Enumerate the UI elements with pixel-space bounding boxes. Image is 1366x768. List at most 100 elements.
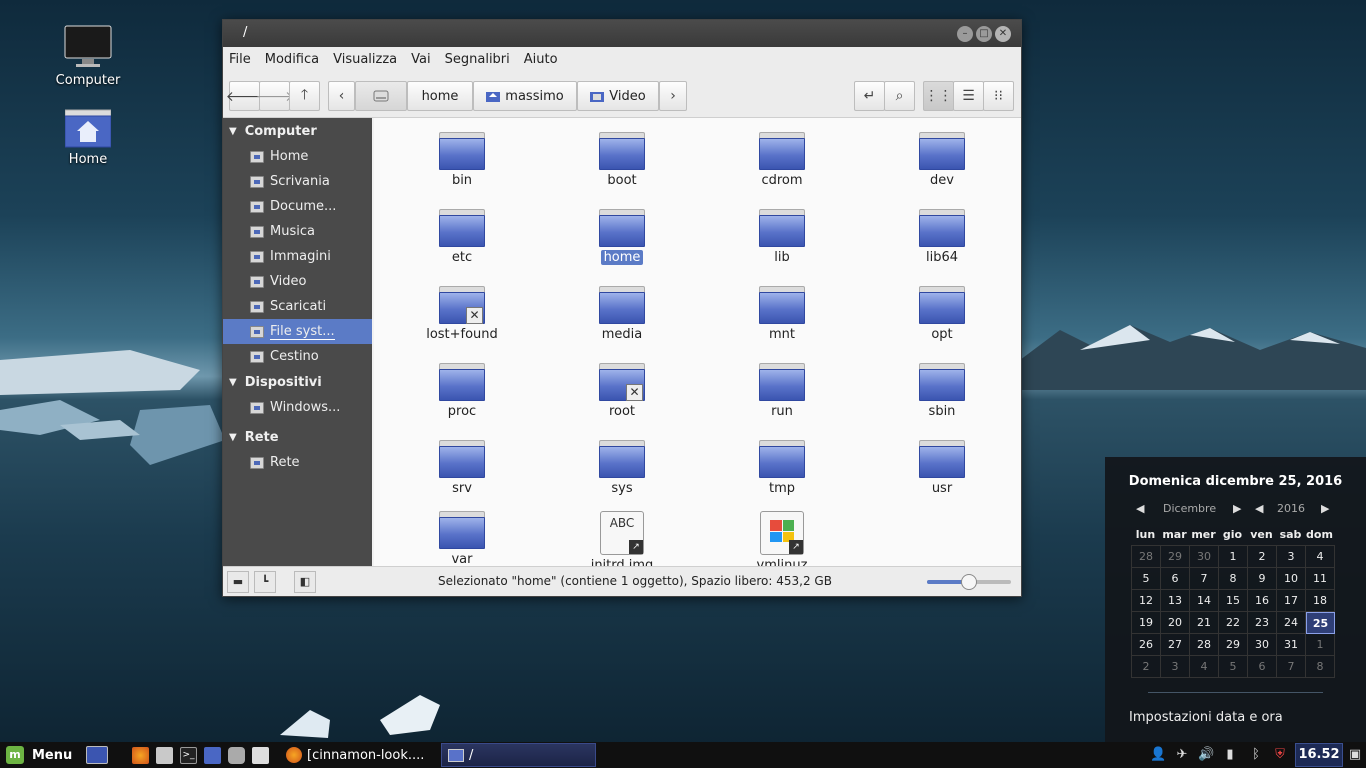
up-button[interactable]: 🡑 xyxy=(289,81,320,111)
settings-icon[interactable] xyxy=(156,747,173,764)
compact-view-button[interactable]: ⁝⁝ xyxy=(983,81,1014,111)
sidebar-item-documenti[interactable]: Docume... xyxy=(223,194,372,219)
calendar-day[interactable]: 16 xyxy=(1248,590,1277,612)
sidebar-item-immagini[interactable]: Immagini xyxy=(223,244,372,269)
task-file-manager[interactable]: / xyxy=(441,743,596,767)
prev-month-button[interactable]: ◀ xyxy=(1136,502,1144,515)
calendar-day[interactable]: 8 xyxy=(1219,568,1248,590)
close-button[interactable]: ✕ xyxy=(995,26,1011,42)
zoom-slider-handle[interactable] xyxy=(961,574,977,590)
list-view-button[interactable]: ☰ xyxy=(953,81,984,111)
calendar-day[interactable]: 5 xyxy=(1132,568,1161,590)
calendar-day[interactable]: 4 xyxy=(1190,656,1219,678)
menu-segnalibri[interactable]: Segnalibri xyxy=(445,52,510,67)
calendar-day[interactable]: 3 xyxy=(1161,656,1190,678)
breadcrumb-massimo[interactable]: massimo xyxy=(473,81,577,111)
calendar-day[interactable]: 31 xyxy=(1277,634,1306,656)
show-tree-button[interactable]: ┗ xyxy=(254,571,276,593)
icon-view-button[interactable]: ⋮⋮ xyxy=(923,81,954,111)
desktop-icon-computer[interactable]: Computer xyxy=(48,25,128,88)
file-item[interactable]: etc xyxy=(407,209,517,265)
calendar-day[interactable]: 18 xyxy=(1306,590,1335,612)
calendar-day[interactable]: 29 xyxy=(1219,634,1248,656)
workspace-switcher-icon[interactable]: ▣ xyxy=(1347,747,1363,763)
zoom-slider[interactable] xyxy=(927,574,1011,590)
calendar-day[interactable]: 13 xyxy=(1161,590,1190,612)
next-year-button[interactable]: ▶ xyxy=(1321,502,1329,515)
calendar-day[interactable]: 6 xyxy=(1161,568,1190,590)
network-icon[interactable]: ✈ xyxy=(1174,747,1190,763)
bluetooth-icon[interactable]: ᛒ xyxy=(1248,747,1264,763)
file-item[interactable]: ↗ vmlinuz xyxy=(727,511,837,566)
window-titlebar[interactable]: / – □ ✕ xyxy=(223,20,1021,47)
minimize-button[interactable]: – xyxy=(957,26,973,42)
file-item[interactable]: var xyxy=(407,511,517,566)
file-item[interactable]: sys xyxy=(567,440,677,496)
calendar-day[interactable]: 7 xyxy=(1190,568,1219,590)
breadcrumb-left-button[interactable]: ‹ xyxy=(328,81,355,111)
file-item[interactable]: ABC ↗ initrd.img xyxy=(567,511,677,566)
file-item[interactable]: bin xyxy=(407,132,517,188)
forward-button[interactable]: 🡒 xyxy=(256,81,293,111)
sidebar-section-dispositivi[interactable]: ▼ Dispositivi xyxy=(223,369,372,395)
calendar-day[interactable]: 28 xyxy=(1132,546,1161,568)
search-button[interactable]: ⌕ xyxy=(884,81,915,111)
sidebar-item-scrivania[interactable]: Scrivania xyxy=(223,169,372,194)
hide-sidebar-button[interactable]: ◧ xyxy=(294,571,316,593)
sidebar-item-musica[interactable]: Musica xyxy=(223,219,372,244)
calendar-day[interactable]: 1 xyxy=(1306,634,1335,656)
file-item[interactable]: lib xyxy=(727,209,837,265)
calendar-day[interactable]: 23 xyxy=(1248,612,1277,634)
sidebar-item-cestino[interactable]: Cestino xyxy=(223,344,372,369)
calculator-icon[interactable] xyxy=(252,747,269,764)
sidebar-section-computer[interactable]: ▼ Computer xyxy=(223,118,372,144)
volume-icon[interactable]: 🔊 xyxy=(1198,747,1214,763)
sidebar-item-windows[interactable]: Windows... xyxy=(223,395,372,420)
calendar-day[interactable]: 12 xyxy=(1132,590,1161,612)
breadcrumb-video[interactable]: Video xyxy=(577,81,659,111)
calendar-day[interactable]: 17 xyxy=(1277,590,1306,612)
calendar-day[interactable]: 19 xyxy=(1132,612,1161,634)
menu-vai[interactable]: Vai xyxy=(411,52,430,67)
file-item[interactable]: media xyxy=(567,286,677,342)
screenshot-icon[interactable] xyxy=(228,747,245,764)
calendar-day[interactable]: 9 xyxy=(1248,568,1277,590)
sidebar-item-filesystem[interactable]: File syst... xyxy=(223,319,372,344)
calendar-day[interactable]: 2 xyxy=(1248,546,1277,568)
calendar-day[interactable]: 30 xyxy=(1248,634,1277,656)
calendar-day[interactable]: 21 xyxy=(1190,612,1219,634)
file-item[interactable]: cdrom xyxy=(727,132,837,188)
file-item[interactable]: run xyxy=(727,363,837,419)
firefox-icon[interactable] xyxy=(132,747,149,764)
prev-year-button[interactable]: ◀ xyxy=(1255,502,1263,515)
calendar-day[interactable]: 2 xyxy=(1132,656,1161,678)
sidebar-item-scaricati[interactable]: Scaricati xyxy=(223,294,372,319)
calendar-day[interactable]: 27 xyxy=(1161,634,1190,656)
calendar-day[interactable]: 11 xyxy=(1306,568,1335,590)
calendar-day[interactable]: 25 xyxy=(1306,612,1335,634)
calendar-day[interactable]: 24 xyxy=(1277,612,1306,634)
file-item[interactable]: ✕ lost+found xyxy=(407,286,517,342)
next-month-button[interactable]: ▶ xyxy=(1233,502,1241,515)
calendar-day[interactable]: 14 xyxy=(1190,590,1219,612)
task-cinnamon-look[interactable]: [cinnamon-look.... xyxy=(280,743,435,767)
sidebar-item-video[interactable]: Video xyxy=(223,269,372,294)
file-item[interactable]: usr xyxy=(887,440,997,496)
file-item[interactable]: srv xyxy=(407,440,517,496)
calendar-day[interactable]: 3 xyxy=(1277,546,1306,568)
calendar-day[interactable]: 29 xyxy=(1161,546,1190,568)
calendar-day[interactable]: 10 xyxy=(1277,568,1306,590)
file-item[interactable]: ✕ root xyxy=(567,363,677,419)
show-desktop-icon[interactable] xyxy=(86,746,108,764)
sidebar-section-rete[interactable]: ▼ Rete xyxy=(223,424,372,450)
menu-button[interactable]: m Menu xyxy=(6,746,72,764)
files-icon[interactable] xyxy=(204,747,221,764)
battery-icon[interactable]: ▮ xyxy=(1222,747,1238,763)
calendar-day[interactable]: 1 xyxy=(1219,546,1248,568)
calendar-day[interactable]: 6 xyxy=(1248,656,1277,678)
file-item[interactable]: tmp xyxy=(727,440,837,496)
desktop-icon-home[interactable]: Home xyxy=(48,108,128,167)
breadcrumb-home[interactable]: home xyxy=(407,81,473,111)
calendar-day[interactable]: 15 xyxy=(1219,590,1248,612)
menu-file[interactable]: File xyxy=(229,52,251,67)
